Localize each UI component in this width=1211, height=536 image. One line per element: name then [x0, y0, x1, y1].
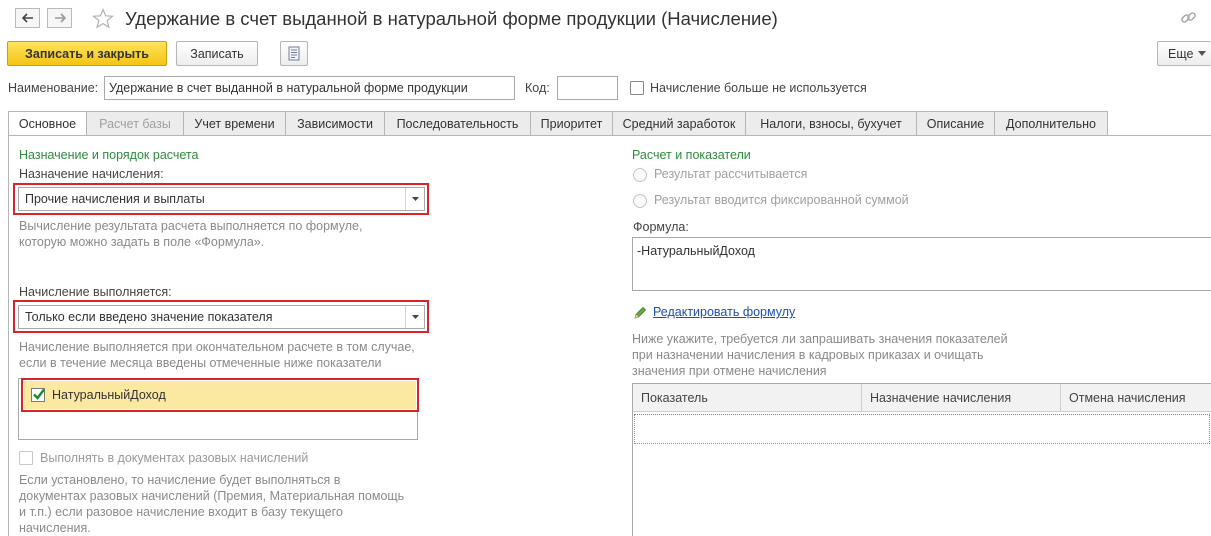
tab-dependencies[interactable]: Зависимости	[286, 111, 385, 136]
tab-base-calc: Расчет базы	[87, 111, 184, 136]
code-field[interactable]	[557, 76, 618, 100]
one-time-checkbox	[19, 451, 33, 465]
report-button[interactable]	[280, 41, 308, 66]
save-button[interactable]: Записать	[176, 41, 258, 66]
not-used-label: Начисление больше не используется	[650, 81, 867, 95]
formula-label: Формула:	[633, 220, 689, 234]
tab-underline	[8, 135, 1211, 136]
save-and-close-button[interactable]: Записать и закрыть	[7, 41, 167, 66]
grid-hint-line-2: при назначении начисления в кадровых при…	[632, 348, 984, 362]
execution-select[interactable]: Только если введено значение показателя	[18, 305, 425, 329]
forward-arrow-icon	[54, 13, 66, 23]
one-time-hint-line-3: и т.п.) если разовое начисление входит в…	[19, 505, 343, 519]
tab-average-earnings[interactable]: Средний заработок	[613, 111, 746, 136]
radio-result-calculated	[633, 168, 647, 182]
report-icon	[288, 46, 300, 61]
one-time-label: Выполнять в документах разовых начислени…	[40, 451, 309, 465]
tab-additional[interactable]: Дополнительно	[995, 111, 1108, 136]
forward-button[interactable]	[47, 8, 72, 28]
code-label: Код:	[525, 81, 550, 95]
one-time-hint-line-4: начисления.	[19, 521, 91, 535]
not-used-checkbox[interactable]	[630, 81, 644, 95]
radio-result-fixed-label: Результат вводится фиксированной суммой	[654, 193, 909, 207]
dropdown-arrow-icon	[411, 197, 419, 201]
pencil-icon	[634, 306, 647, 319]
table-row[interactable]	[634, 414, 1210, 444]
panel-border	[8, 136, 9, 536]
edit-formula-link[interactable]: Редактировать формулу	[653, 305, 795, 319]
purpose-label: Назначение начисления:	[19, 167, 164, 181]
purpose-select[interactable]: Прочие начисления и выплаты	[18, 187, 425, 211]
window-title: Удержание в счет выданной в натуральной …	[125, 8, 778, 29]
radio-result-fixed	[633, 194, 647, 208]
more-button[interactable]: Еще	[1157, 41, 1211, 66]
radio-result-calculated-label: Результат рассчитывается	[654, 167, 808, 181]
indicator-highlight	[21, 378, 419, 412]
tab-taxes[interactable]: Налоги, взносы, бухучет	[746, 111, 917, 136]
tab-time-accounting[interactable]: Учет времени	[184, 111, 286, 136]
execution-hint-line-1: Начисление выполняется при окончательном…	[19, 340, 415, 354]
left-group-title: Назначение и порядок расчета	[19, 148, 199, 162]
star-icon[interactable]	[92, 8, 114, 29]
name-label: Наименование:	[8, 81, 99, 95]
table-header: Показатель Назначение начисления Отмена …	[633, 384, 1211, 412]
one-time-hint-line-2: документах разовых начислений (Премия, М…	[19, 489, 405, 503]
column-cancellation[interactable]: Отмена начисления	[1061, 384, 1186, 412]
execution-label: Начисление выполняется:	[19, 285, 172, 299]
chevron-down-icon	[1198, 51, 1207, 56]
right-group-title: Расчет и показатели	[632, 148, 751, 162]
back-button[interactable]	[15, 8, 40, 28]
execution-value: Только если введено значение показателя	[25, 310, 273, 324]
purpose-hint-line-2: которую можно задать в поле «Формула».	[19, 235, 265, 249]
one-time-hint-line-1: Если установлено, то начисление будет вы…	[19, 473, 341, 487]
tab-description[interactable]: Описание	[917, 111, 995, 136]
tab-bar: Основное Расчет базы Учет времени Зависи…	[8, 111, 1108, 136]
purpose-value: Прочие начисления и выплаты	[25, 192, 205, 206]
link-icon[interactable]	[1180, 9, 1197, 26]
grid-hint-line-1: Ниже укажите, требуется ли запрашивать з…	[632, 332, 1008, 346]
back-arrow-icon	[21, 13, 33, 23]
formula-field[interactable]: -НатуральныйДоход	[632, 237, 1211, 291]
grid-hint-line-3: значения при отмене начисления	[632, 364, 827, 378]
column-assignment[interactable]: Назначение начисления	[862, 384, 1011, 412]
more-label: Еще	[1168, 46, 1194, 61]
purpose-dropdown-button[interactable]	[405, 188, 424, 210]
name-field[interactable]: Удержание в счет выданной в натуральной …	[104, 76, 515, 100]
purpose-hint-line-1: Вычисление результата расчета выполняетс…	[19, 219, 363, 233]
column-indicator[interactable]: Показатель	[633, 384, 708, 412]
tab-sequence[interactable]: Последовательность	[385, 111, 531, 136]
tab-priority[interactable]: Приоритет	[531, 111, 613, 136]
tab-main[interactable]: Основное	[8, 111, 87, 136]
execution-dropdown-button[interactable]	[405, 306, 424, 328]
execution-hint-line-2: если в течение месяца введены отмеченные…	[19, 356, 382, 370]
dropdown-arrow-icon	[411, 315, 419, 319]
indicators-table[interactable]: Показатель Назначение начисления Отмена …	[632, 383, 1211, 536]
